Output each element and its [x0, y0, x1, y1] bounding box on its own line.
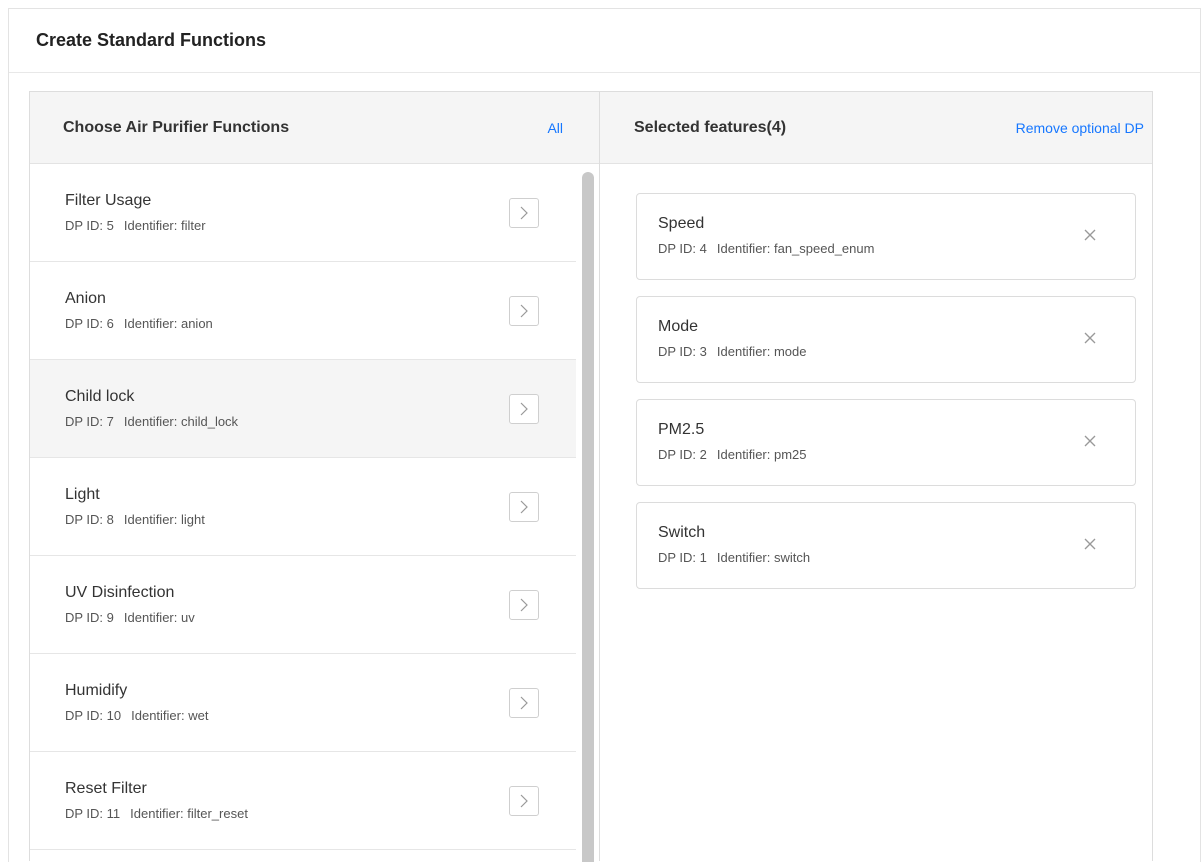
add-function-button[interactable]	[509, 492, 539, 522]
function-list-scrollbar[interactable]	[582, 172, 594, 862]
function-dp-id: DP ID: 7	[65, 414, 114, 429]
close-icon[interactable]	[1083, 331, 1097, 345]
function-item-filter-usage[interactable]: Filter Usage DP ID: 5 Identifier: filter	[30, 164, 576, 262]
function-meta: DP ID: 9 Identifier: uv	[65, 610, 576, 626]
add-function-button[interactable]	[509, 198, 539, 228]
feature-dp-id: DP ID: 1	[658, 550, 707, 565]
function-dp-id: DP ID: 6	[65, 316, 114, 331]
function-dp-id: DP ID: 11	[65, 806, 121, 821]
chevron-right-icon	[520, 598, 528, 612]
function-meta: DP ID: 6 Identifier: anion	[65, 316, 576, 332]
add-function-button[interactable]	[509, 688, 539, 718]
function-identifier: Identifier: anion	[123, 316, 213, 331]
feature-identifier: Identifier: pm25	[716, 447, 807, 462]
function-name: Reset Filter	[65, 780, 147, 797]
function-identifier: Identifier: filter_reset	[130, 806, 248, 821]
feature-name: Mode	[658, 318, 699, 335]
function-dp-id: DP ID: 9	[65, 610, 114, 625]
selected-feature-speed: Speed DP ID: 4 Identifier: fan_speed_enum	[636, 193, 1136, 280]
add-function-button[interactable]	[509, 394, 539, 424]
function-identifier: Identifier: light	[123, 512, 205, 527]
function-name: Filter Usage	[65, 192, 152, 209]
selected-features-header: Selected features(4) Remove optional DP	[600, 92, 1152, 164]
function-item-reset-filter[interactable]: Reset Filter DP ID: 11 Identifier: filter…	[30, 752, 576, 850]
chevron-right-icon	[520, 304, 528, 318]
function-meta: DP ID: 10 Identifier: wet	[65, 708, 576, 724]
chevron-right-icon	[520, 402, 528, 416]
close-icon[interactable]	[1083, 228, 1097, 242]
function-identifier: Identifier: wet	[131, 708, 209, 723]
add-function-button[interactable]	[509, 296, 539, 326]
function-identifier: Identifier: filter	[123, 218, 206, 233]
selected-feature-mode: Mode DP ID: 3 Identifier: mode	[636, 296, 1136, 383]
function-dp-id: DP ID: 5	[65, 218, 114, 233]
remove-optional-dp-link[interactable]: Remove optional DP	[1016, 120, 1144, 136]
function-name: Humidify	[65, 682, 128, 699]
chevron-right-icon	[520, 206, 528, 220]
selected-features-panel: Selected features(4) Remove optional DP …	[600, 92, 1152, 861]
function-dp-id: DP ID: 10	[65, 708, 122, 723]
function-name: Light	[65, 486, 100, 503]
function-meta: DP ID: 11 Identifier: filter_reset	[65, 806, 576, 822]
chevron-right-icon	[520, 500, 528, 514]
feature-meta: DP ID: 2 Identifier: pm25	[658, 447, 1135, 463]
available-functions-panel: Choose Air Purifier Functions All Filter…	[30, 92, 600, 862]
add-function-button[interactable]	[509, 786, 539, 816]
selected-features-title: Selected features(4)	[634, 118, 787, 136]
dialog-header: Create Standard Functions	[9, 9, 1200, 73]
available-functions-title: Choose Air Purifier Functions	[63, 118, 290, 136]
available-functions-header: Choose Air Purifier Functions All	[30, 92, 599, 164]
selected-feature-pm25: PM2.5 DP ID: 2 Identifier: pm25	[636, 399, 1136, 486]
feature-identifier: Identifier: mode	[716, 344, 807, 359]
feature-dp-id: DP ID: 3	[658, 344, 707, 359]
selected-feature-switch: Switch DP ID: 1 Identifier: switch	[636, 502, 1136, 589]
function-panels: Choose Air Purifier Functions All Filter…	[29, 91, 1153, 862]
selected-features-list: Speed DP ID: 4 Identifier: fan_speed_enum…	[600, 164, 1152, 589]
function-meta: DP ID: 7 Identifier: child_lock	[65, 414, 576, 430]
feature-identifier: Identifier: switch	[716, 550, 811, 565]
function-dp-id: DP ID: 8	[65, 512, 114, 527]
function-item-humidify[interactable]: Humidify DP ID: 10 Identifier: wet	[30, 654, 576, 752]
available-functions-list: Filter Usage DP ID: 5 Identifier: filter …	[30, 164, 576, 861]
function-name: Child lock	[65, 388, 135, 405]
add-function-button[interactable]	[509, 590, 539, 620]
function-meta: DP ID: 5 Identifier: filter	[65, 218, 576, 234]
select-all-link[interactable]: All	[547, 120, 563, 136]
function-identifier: Identifier: uv	[123, 610, 195, 625]
feature-name: Speed	[658, 215, 705, 232]
function-name: UV Disinfection	[65, 584, 175, 601]
feature-dp-id: DP ID: 2	[658, 447, 707, 462]
close-icon[interactable]	[1083, 537, 1097, 551]
function-item-anion[interactable]: Anion DP ID: 6 Identifier: anion	[30, 262, 576, 360]
function-identifier: Identifier: child_lock	[123, 414, 239, 429]
function-item-uv-disinfection[interactable]: UV Disinfection DP ID: 9 Identifier: uv	[30, 556, 576, 654]
function-meta: DP ID: 8 Identifier: light	[65, 512, 576, 528]
close-icon[interactable]	[1083, 434, 1097, 448]
feature-meta: DP ID: 1 Identifier: switch	[658, 550, 1135, 566]
function-name: Anion	[65, 290, 106, 307]
function-item-child-lock[interactable]: Child lock DP ID: 7 Identifier: child_loc…	[30, 360, 576, 458]
feature-meta: DP ID: 3 Identifier: mode	[658, 344, 1135, 360]
chevron-right-icon	[520, 696, 528, 710]
feature-identifier: Identifier: fan_speed_enum	[716, 241, 875, 256]
feature-name: PM2.5	[658, 421, 705, 438]
feature-name: Switch	[658, 524, 706, 541]
feature-meta: DP ID: 4 Identifier: fan_speed_enum	[658, 241, 1135, 257]
dialog-title: Create Standard Functions	[36, 30, 267, 50]
feature-dp-id: DP ID: 4	[658, 241, 707, 256]
chevron-right-icon	[520, 794, 528, 808]
function-item-light[interactable]: Light DP ID: 8 Identifier: light	[30, 458, 576, 556]
